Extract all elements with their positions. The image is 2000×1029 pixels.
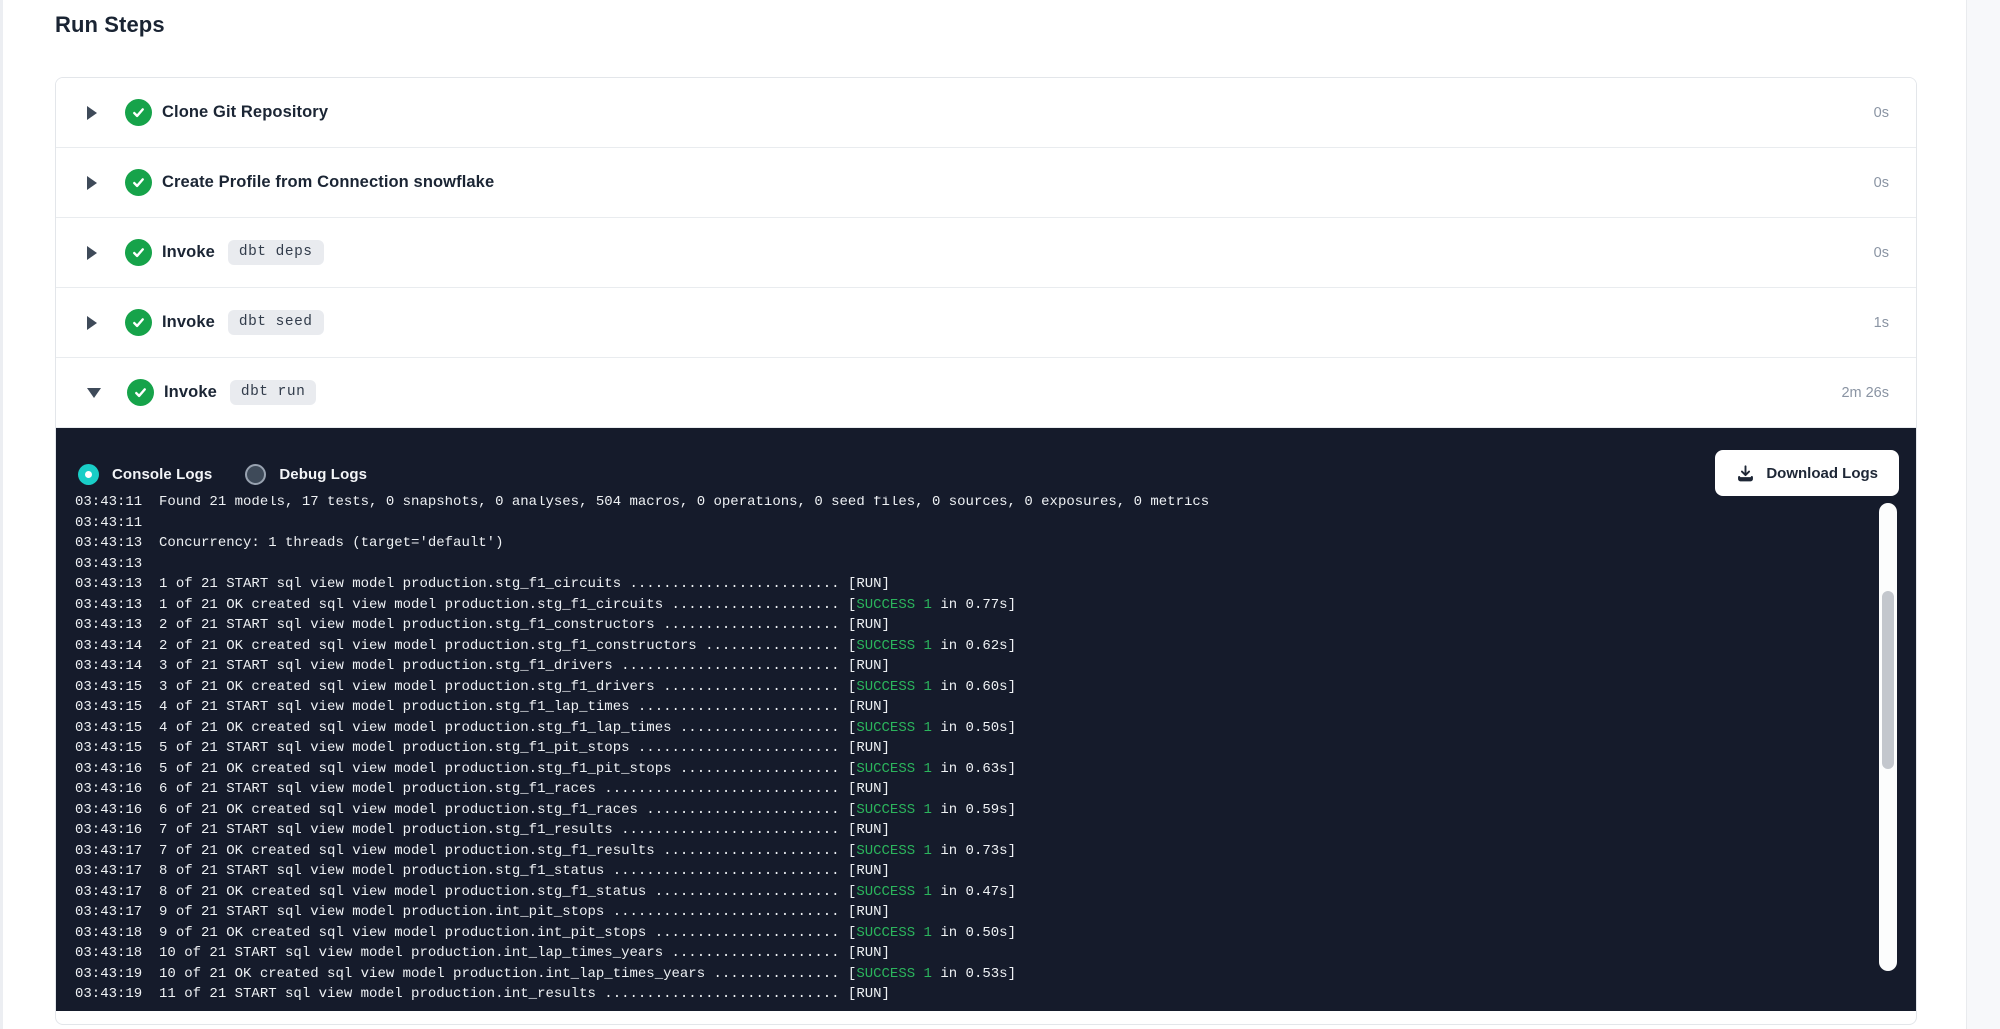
success-status-text: SUCCESS 1 — [856, 966, 932, 982]
log-scrollbar-thumb[interactable] — [1882, 591, 1894, 769]
radio-label: Debug Logs — [279, 466, 367, 483]
run-step-row[interactable]: Invoke dbt run 2m 26s — [56, 358, 1916, 428]
success-check-icon — [125, 309, 152, 336]
log-scrollbar[interactable] — [1879, 503, 1897, 971]
log-line: 03:43:13 2 of 21 START sql view model pr… — [75, 615, 1875, 636]
download-logs-label: Download Logs — [1766, 465, 1878, 482]
log-line: 03:43:17 7 of 21 OK created sql view mod… — [75, 841, 1875, 862]
log-line: 03:43:18 9 of 21 OK created sql view mod… — [75, 923, 1875, 944]
log-line: 03:43:15 4 of 21 START sql view model pr… — [75, 697, 1875, 718]
chevron-down-icon[interactable] — [87, 388, 101, 398]
log-line: 03:43:19 10 of 21 OK created sql view mo… — [75, 964, 1875, 985]
chevron-right-icon[interactable] — [87, 106, 99, 120]
run-step-row[interactable]: Clone Git Repository 0s — [56, 78, 1916, 148]
log-line: 03:43:16 6 of 21 START sql view model pr… — [75, 779, 1875, 800]
log-line: 03:43:11 Found 21 models, 17 tests, 0 sn… — [75, 496, 1875, 513]
log-line: 03:43:13 Concurrency: 1 threads (target=… — [75, 533, 1875, 554]
step-command-badge: dbt seed — [228, 310, 324, 335]
chevron-right-icon[interactable] — [87, 246, 99, 260]
log-line: 03:43:16 7 of 21 START sql view model pr… — [75, 820, 1875, 841]
success-check-icon — [125, 169, 152, 196]
log-panel: Console Logs Debug Logs Download Logs 03:… — [56, 428, 1916, 1011]
run-steps-list: Clone Git Repository0sCreate Profile fro… — [56, 78, 1916, 428]
log-type-radio-group: Console Logs Debug Logs — [78, 464, 367, 485]
log-line: 03:43:13 1 of 21 OK created sql view mod… — [75, 595, 1875, 616]
success-status-text: SUCCESS 1 — [856, 597, 932, 613]
radio-selected-icon[interactable] — [78, 464, 99, 485]
success-status-text: SUCCESS 1 — [856, 638, 932, 654]
page-right-gutter — [1966, 0, 2000, 1029]
download-logs-button[interactable]: Download Logs — [1715, 450, 1899, 496]
log-line: 03:43:13 1 of 21 START sql view model pr… — [75, 574, 1875, 595]
step-label: Clone Git Repository — [162, 103, 328, 122]
log-line: 03:43:11 — [75, 513, 1875, 534]
step-duration: 1s — [1874, 315, 1889, 331]
success-check-icon — [125, 239, 152, 266]
log-line: 03:43:14 2 of 21 OK created sql view mod… — [75, 636, 1875, 657]
step-label: Create Profile from Connection snowflake — [162, 173, 494, 192]
tab-console-logs[interactable]: Console Logs — [78, 464, 212, 485]
success-status-text: SUCCESS 1 — [856, 761, 932, 777]
page: Run Steps Clone Git Repository0sCreate P… — [0, 0, 2000, 1029]
step-duration: 0s — [1874, 175, 1889, 191]
log-line: 03:43:16 6 of 21 OK created sql view mod… — [75, 800, 1875, 821]
success-check-icon — [125, 99, 152, 126]
step-duration: 0s — [1874, 245, 1889, 261]
chevron-right-icon[interactable] — [87, 316, 99, 330]
page-title: Run Steps — [55, 12, 165, 38]
run-steps-card: Clone Git Repository0sCreate Profile fro… — [55, 77, 1917, 1025]
console-log-output: 03:43:11 Found 21 models, 17 tests, 0 sn… — [75, 496, 1875, 1006]
log-line: 03:43:19 11 of 21 START sql view model p… — [75, 984, 1875, 1005]
log-line: 03:43:15 4 of 21 OK created sql view mod… — [75, 718, 1875, 739]
download-icon — [1736, 464, 1755, 483]
log-line: 03:43:17 8 of 21 START sql view model pr… — [75, 861, 1875, 882]
run-step-row[interactable]: Create Profile from Connection snowflake… — [56, 148, 1916, 218]
success-status-text: SUCCESS 1 — [856, 884, 932, 900]
log-line: 03:43:14 3 of 21 START sql view model pr… — [75, 656, 1875, 677]
success-status-text: SUCCESS 1 — [856, 843, 932, 859]
success-status-text: SUCCESS 1 — [856, 720, 932, 736]
run-step-row[interactable]: Invoke dbt seed 1s — [56, 288, 1916, 358]
success-status-text: SUCCESS 1 — [856, 925, 932, 941]
log-line: 03:43:16 5 of 21 OK created sql view mod… — [75, 759, 1875, 780]
page-left-edge — [0, 0, 3, 1029]
log-line: 03:43:17 8 of 21 OK created sql view mod… — [75, 882, 1875, 903]
step-label: Invoke — [162, 243, 215, 262]
step-duration: 2m 26s — [1841, 385, 1889, 401]
step-label: Invoke — [164, 383, 217, 402]
log-line: 03:43:17 9 of 21 START sql view model pr… — [75, 902, 1875, 923]
log-line: 03:43:18 10 of 21 START sql view model p… — [75, 943, 1875, 964]
step-command-badge: dbt deps — [228, 240, 324, 265]
log-line: 03:43:15 3 of 21 OK created sql view mod… — [75, 677, 1875, 698]
tab-debug-logs[interactable]: Debug Logs — [245, 464, 367, 485]
success-status-text: SUCCESS 1 — [856, 802, 932, 818]
radio-dot — [85, 471, 92, 478]
step-label: Invoke — [162, 313, 215, 332]
radio-label: Console Logs — [112, 466, 212, 483]
success-check-icon — [127, 379, 154, 406]
success-status-text: SUCCESS 1 — [856, 679, 932, 695]
step-duration: 0s — [1874, 105, 1889, 121]
radio-unselected-icon[interactable] — [245, 464, 266, 485]
run-step-row[interactable]: Invoke dbt deps 0s — [56, 218, 1916, 288]
log-line: 03:43:15 5 of 21 START sql view model pr… — [75, 738, 1875, 759]
chevron-right-icon[interactable] — [87, 176, 99, 190]
log-line: 03:43:13 — [75, 554, 1875, 575]
log-lines: 03:43:11 Found 21 models, 17 tests, 0 sn… — [75, 496, 1875, 1005]
step-command-badge: dbt run — [230, 380, 316, 405]
